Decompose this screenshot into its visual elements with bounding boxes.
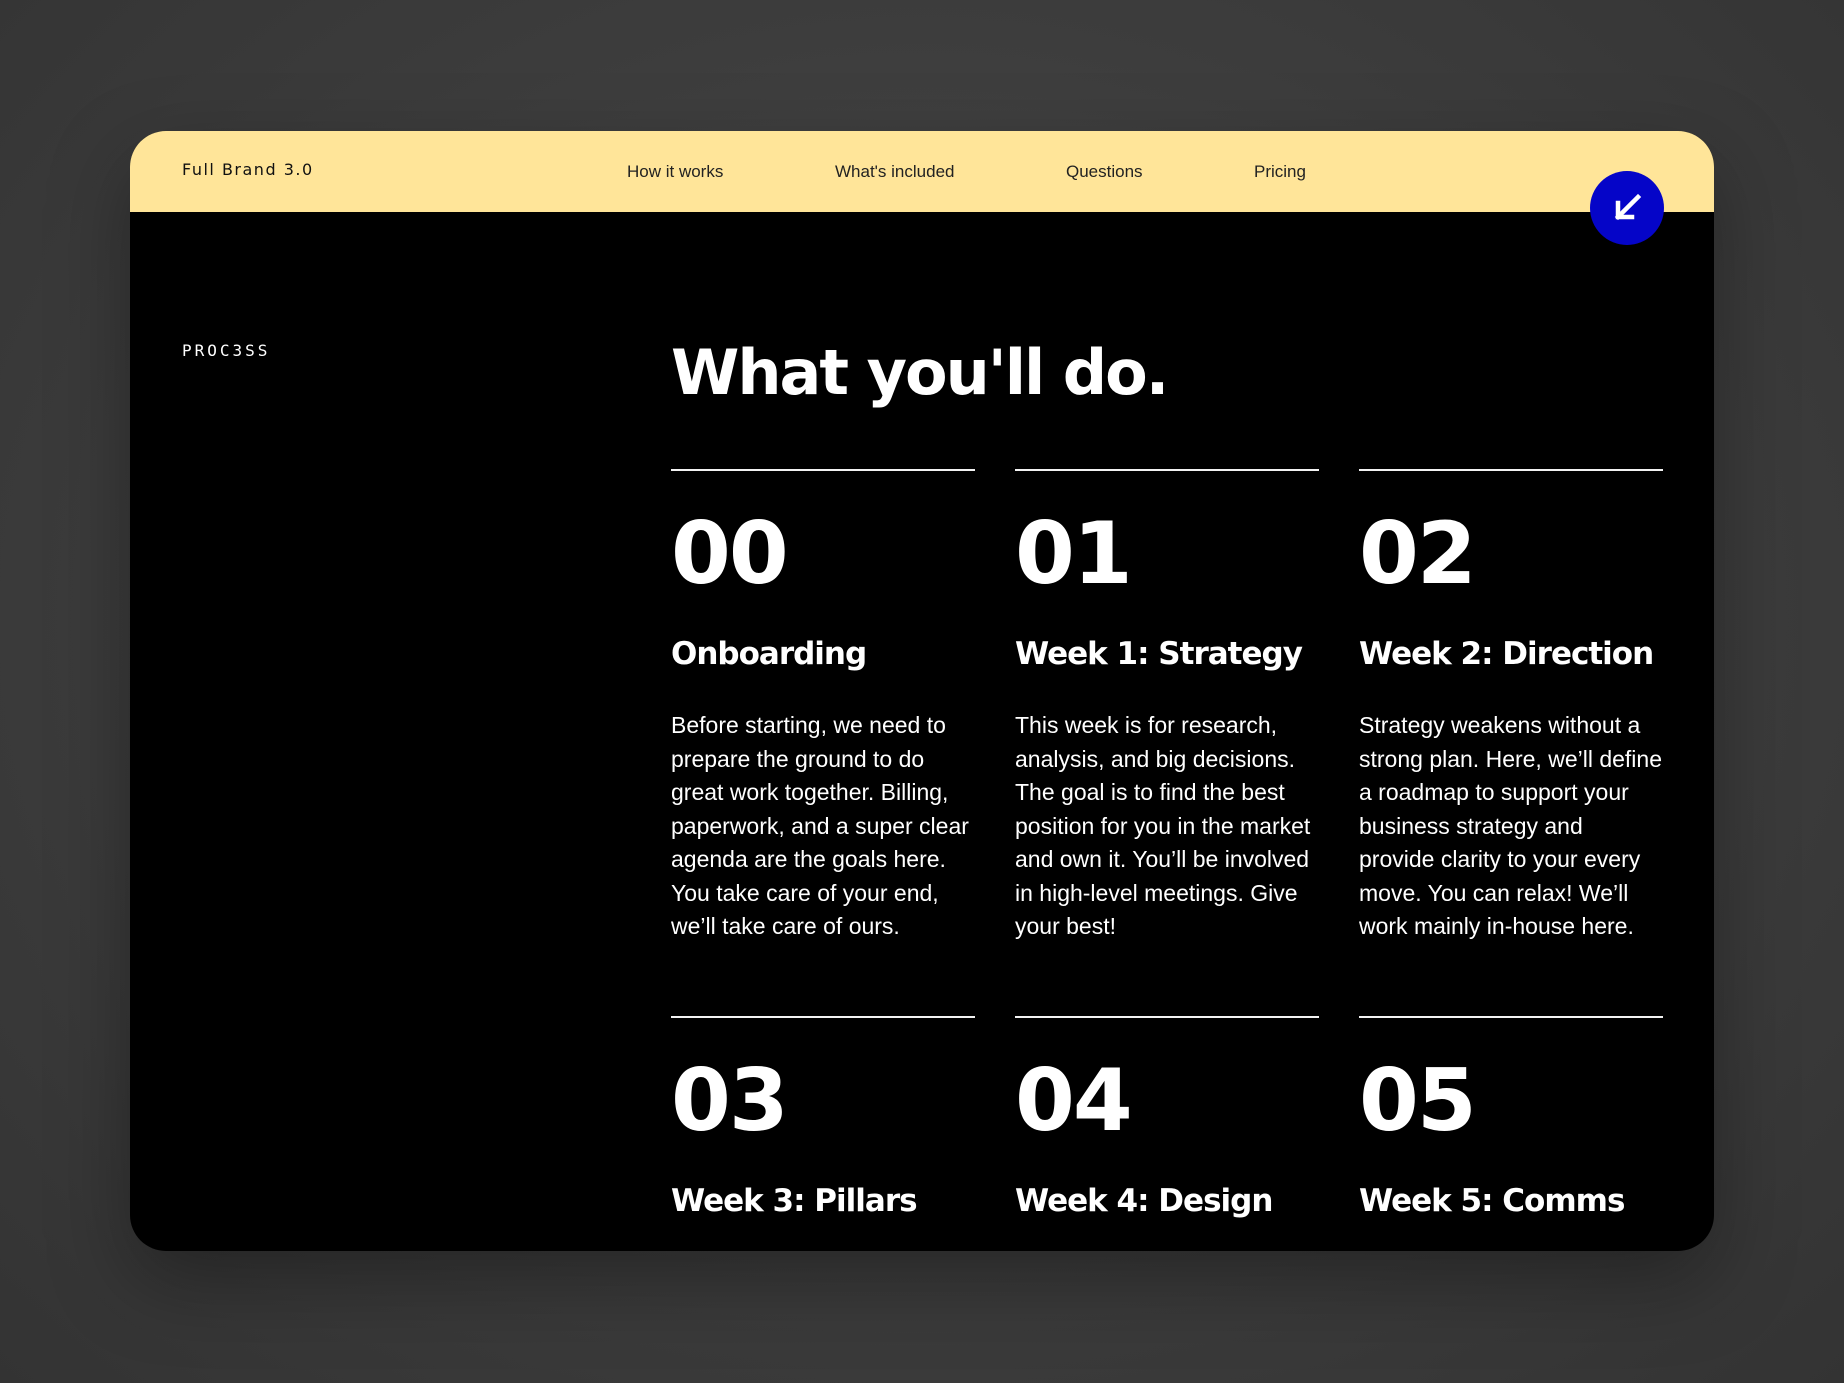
nav-pricing[interactable]: Pricing xyxy=(1254,162,1306,182)
step-title: Week 2: Direction xyxy=(1359,636,1654,672)
step-card: 00 Onboarding Before starting, we need t… xyxy=(671,469,975,944)
nav-how-it-works[interactable]: How it works xyxy=(627,162,723,182)
step-card: 03 Week 3: Pillars xyxy=(671,1016,975,1220)
step-title: Week 4: Design xyxy=(1015,1183,1273,1219)
page-title: What you'll do. xyxy=(671,336,1169,409)
app-window: Full Brand 3.0 How it works What's inclu… xyxy=(130,131,1714,1251)
step-title: Week 5: Comms xyxy=(1359,1183,1625,1219)
top-navigation-bar: Full Brand 3.0 How it works What's inclu… xyxy=(130,131,1714,212)
divider xyxy=(1015,1016,1319,1018)
step-card: 04 Week 4: Design xyxy=(1015,1016,1319,1220)
step-number: 04 xyxy=(1015,1051,1133,1151)
section-label: PROC3SS xyxy=(182,341,271,360)
step-title: Onboarding xyxy=(671,636,867,672)
brand-name[interactable]: Full Brand 3.0 xyxy=(182,160,314,179)
step-number: 05 xyxy=(1359,1051,1477,1151)
step-number: 03 xyxy=(671,1051,789,1151)
step-card: 05 Week 5: Comms xyxy=(1359,1016,1663,1220)
step-card: 02 Week 2: Direction Strategy weakens wi… xyxy=(1359,469,1663,944)
nav-whats-included[interactable]: What's included xyxy=(835,162,954,182)
step-card: 01 Week 1: Strategy This week is for res… xyxy=(1015,469,1319,944)
divider xyxy=(1359,469,1663,471)
step-description: Strategy weakens without a strong plan. … xyxy=(1359,712,1662,939)
step-title: Week 3: Pillars xyxy=(671,1183,918,1219)
divider xyxy=(671,469,975,471)
nav-questions[interactable]: Questions xyxy=(1066,162,1143,182)
step-number: 01 xyxy=(1015,504,1133,604)
step-number: 00 xyxy=(671,504,789,604)
step-title: Week 1: Strategy xyxy=(1015,636,1303,672)
divider xyxy=(1015,469,1319,471)
step-description: This week is for research, analysis, and… xyxy=(1015,712,1311,939)
step-description: Before starting, we need to prepare the … xyxy=(671,712,969,939)
divider xyxy=(671,1016,975,1018)
scroll-down-button[interactable] xyxy=(1590,171,1664,245)
step-number: 02 xyxy=(1359,504,1477,604)
divider xyxy=(1359,1016,1663,1018)
arrow-down-left-icon xyxy=(1614,193,1642,221)
